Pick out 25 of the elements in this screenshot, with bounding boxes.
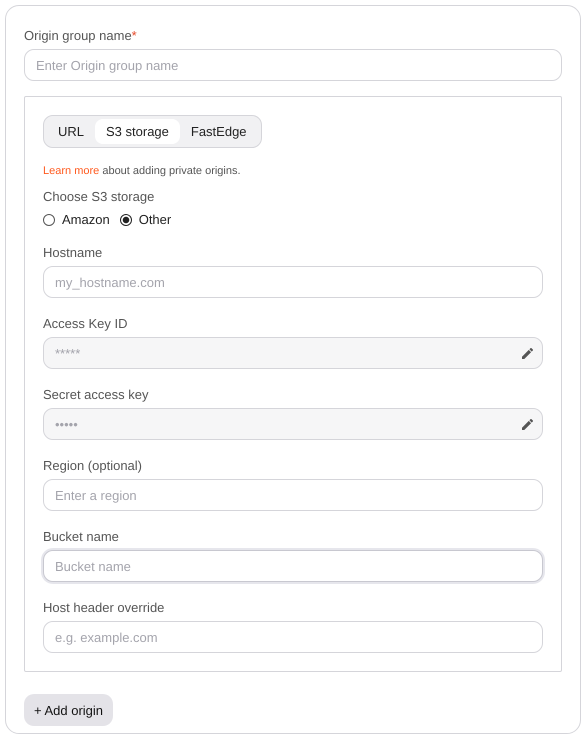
radio-label[interactable]: Other <box>138 212 172 227</box>
tab[interactable]: S3 storage <box>95 119 180 144</box>
field-label: Choose S3 storage <box>43 189 156 204</box>
add-origin-button[interactable]: + Add origin <box>24 694 114 726</box>
input-field[interactable]: my_hostname.com <box>43 266 543 298</box>
field-label: Secret access key <box>43 387 150 402</box>
field-label: Origin group name <box>24 28 132 43</box>
input-field[interactable]: Enter Origin group name <box>24 49 562 81</box>
input-field[interactable]: Bucket name <box>43 550 543 582</box>
input-field[interactable]: e.g. example.com <box>43 621 543 653</box>
radio-label[interactable]: Amazon <box>62 212 110 227</box>
input-field[interactable]: Enter a region <box>43 479 543 511</box>
field-label: Host header override <box>43 600 166 615</box>
field-label: Hostname <box>43 245 104 260</box>
tab[interactable]: URL <box>47 119 96 144</box>
pencil-icon[interactable] <box>522 419 533 430</box>
pencil-icon[interactable] <box>522 348 533 359</box>
radio-button[interactable] <box>43 214 55 226</box>
note-text: about adding private origins. <box>102 165 241 177</box>
required-mark: * <box>132 28 137 43</box>
field-label: Region (optional) <box>43 458 144 473</box>
field-label: Bucket name <box>43 529 120 544</box>
radio-button[interactable] <box>120 214 132 226</box>
field-label: Access Key ID <box>43 316 129 331</box>
tab[interactable]: FastEdge <box>180 119 258 144</box>
